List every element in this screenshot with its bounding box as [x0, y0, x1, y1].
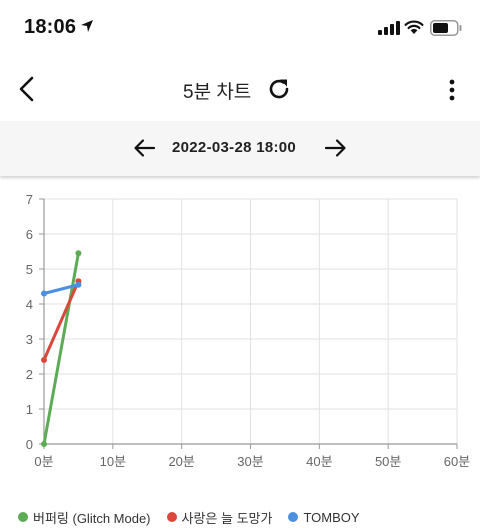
- x-tick-label: 60분: [444, 454, 470, 469]
- legend-color-dot: [18, 512, 28, 522]
- legend-color-dot: [288, 512, 299, 522]
- more-options-button[interactable]: [444, 76, 460, 104]
- legend-item-3[interactable]: TOMBOY: [288, 509, 360, 525]
- legend-label: 버퍼링 (Glitch Mode): [33, 510, 151, 526]
- y-tick-label: 5: [26, 262, 33, 277]
- chart-axes: [39, 198, 458, 449]
- page-title: 5분 차트: [183, 82, 252, 103]
- back-button[interactable]: [14, 74, 40, 104]
- legend-item-2[interactable]: 사랑은 늘 도망가: [166, 508, 273, 527]
- refresh-button[interactable]: [266, 76, 292, 102]
- chart-grid: [44, 198, 458, 444]
- status-time: 18:06: [24, 16, 77, 38]
- wifi-icon: [404, 20, 424, 34]
- legend-color-dot: [166, 512, 177, 522]
- x-tick-label: 40분: [306, 454, 332, 469]
- more-vertical-icon: [449, 79, 455, 101]
- next-date-button[interactable]: [322, 135, 348, 161]
- battery-icon: [430, 20, 462, 36]
- legend-label: 사랑은 늘 도망가: [181, 510, 273, 526]
- line-chart: 0 1 2 3 4 5 6 7 0분 10분 20분 30분 40분 50분 60분: [26, 192, 470, 469]
- data-point: [41, 357, 47, 363]
- x-tick-label: 0분: [34, 454, 53, 469]
- data-point: [41, 441, 47, 447]
- data-point: [41, 290, 47, 297]
- chevron-left-icon: [19, 76, 34, 102]
- y-tick-label: 1: [26, 402, 33, 417]
- y-tick-label: 6: [26, 227, 33, 242]
- refresh-icon: [269, 79, 289, 99]
- y-tick-label: 7: [26, 192, 33, 207]
- navigation-bar: 5분 차트: [0, 62, 480, 118]
- cellular-signal-icon: [378, 21, 400, 35]
- legend-item-1[interactable]: 버퍼링 (Glitch Mode): [18, 508, 151, 527]
- chart-legend: 버퍼링 (Glitch Mode) 사랑은 늘 도망가 TOMBOY: [18, 507, 376, 527]
- arrow-right-icon: [324, 139, 346, 157]
- chart-series: [41, 250, 82, 447]
- x-tick-label: 50분: [375, 454, 401, 469]
- arrow-left-icon: [134, 139, 156, 157]
- legend-label: TOMBOY: [303, 509, 360, 525]
- y-tick-label: 4: [26, 297, 33, 312]
- status-bar: 18:06: [0, 0, 480, 56]
- x-tick-label: 10분: [100, 454, 126, 469]
- x-tick-label: 20분: [168, 454, 194, 469]
- x-tick-label: 30분: [237, 454, 263, 469]
- y-tick-label: 0: [26, 437, 33, 452]
- data-point: [75, 281, 82, 288]
- current-date: 2022-03-28 18:00: [172, 139, 297, 156]
- date-navigator: 2022-03-28 18:00: [0, 121, 480, 176]
- location-arrow-icon: [81, 20, 93, 32]
- data-point: [75, 250, 82, 257]
- previous-date-button[interactable]: [132, 135, 158, 161]
- y-tick-label: 3: [26, 332, 33, 347]
- y-tick-label: 2: [26, 367, 33, 382]
